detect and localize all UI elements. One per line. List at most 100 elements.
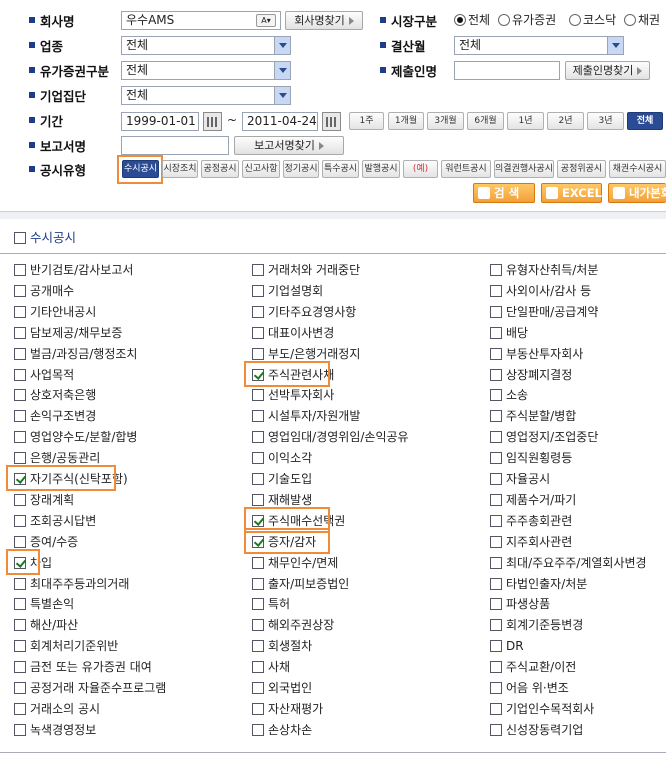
checkbox-label[interactable]: 어음 위·변조 (506, 681, 569, 695)
checkbox[interactable] (14, 368, 26, 381)
checkbox[interactable] (490, 305, 502, 318)
checkbox-label[interactable]: 타법인출자/처분 (506, 577, 587, 591)
disclosure-type-tab[interactable]: 특수공시 (322, 160, 359, 178)
checkbox[interactable] (14, 702, 26, 715)
checkbox-label[interactable]: 거래처와 거래중단 (268, 263, 360, 277)
market-radio-kosdaq[interactable]: 코스닥 (569, 12, 616, 28)
checkbox-label[interactable]: 최대/주요주주/계열회사변경 (506, 556, 647, 570)
checkbox-label[interactable]: 영업임대/경영위임/손익공유 (268, 430, 409, 444)
checkbox-label[interactable]: 거래소의 공시 (30, 702, 100, 716)
checkbox-label[interactable]: 공정거래 자율준수프로그램 (30, 681, 166, 695)
checkbox[interactable] (252, 305, 264, 318)
calendar-icon[interactable] (203, 112, 222, 131)
checkbox-label[interactable]: 부도/은행거래정지 (268, 347, 360, 361)
report-name-find-button[interactable]: 보고서명찾기 (234, 136, 344, 155)
checkbox[interactable] (14, 305, 26, 318)
checkbox-label[interactable]: 배당 (506, 326, 528, 340)
checkbox[interactable] (490, 431, 502, 444)
market-radio-all[interactable]: 전체 (454, 12, 490, 28)
checkbox-label[interactable]: 영업정지/조업중단 (506, 430, 598, 444)
checkbox[interactable] (252, 640, 264, 653)
period-quick-1m[interactable]: 1개월 (388, 112, 424, 130)
checkbox[interactable] (252, 619, 264, 632)
checkbox[interactable] (252, 284, 264, 297)
calendar-icon[interactable] (322, 112, 341, 131)
checkbox[interactable] (252, 577, 264, 590)
checkbox-label[interactable]: 기타주요경영사항 (268, 305, 356, 319)
checkbox[interactable] (490, 577, 502, 590)
checkbox-label[interactable]: 이익소각 (268, 451, 312, 465)
checkbox-label[interactable]: 증여/수증 (30, 535, 78, 549)
checkbox-label[interactable]: 사외이사/감사 등 (506, 284, 591, 298)
checkbox[interactable] (252, 723, 264, 736)
company-find-button[interactable]: 회사명찾기 (285, 11, 363, 30)
checkbox[interactable] (14, 493, 26, 506)
disclosure-type-tab[interactable]: (예) (403, 160, 438, 178)
checkbox[interactable] (490, 368, 502, 381)
my-reports-button[interactable]: 내가본회 (608, 183, 666, 203)
checkbox[interactable] (14, 619, 26, 632)
checkbox[interactable] (252, 326, 264, 339)
checkbox[interactable] (252, 598, 264, 611)
checkbox[interactable] (252, 682, 264, 694)
checkbox-label[interactable]: 특허 (268, 597, 290, 611)
period-quick-3m[interactable]: 3개월 (427, 112, 464, 130)
checkbox-label[interactable]: 반기검토/감사보고서 (30, 263, 133, 277)
checkbox-label[interactable]: 손상차손 (268, 723, 312, 737)
ime-toggle-icon[interactable]: A▾ (256, 14, 276, 27)
submitter-input[interactable] (454, 61, 560, 80)
checkbox-label[interactable]: 단일판매/공급계약 (506, 305, 598, 319)
disclosure-type-tab[interactable]: 발행공시 (362, 160, 400, 178)
checkbox-label[interactable]: 녹색경영정보 (30, 723, 96, 737)
checkbox[interactable] (490, 493, 502, 506)
checkbox[interactable] (14, 723, 26, 736)
checkbox[interactable] (14, 326, 26, 339)
checkbox[interactable] (14, 452, 26, 465)
checkbox-label[interactable]: 시설투자/자원개발 (268, 409, 360, 423)
checkbox[interactable] (490, 556, 502, 569)
checkbox-label[interactable]: 해산/파산 (30, 618, 78, 632)
checkbox[interactable] (490, 682, 502, 694)
settlement-select[interactable]: 전체 (454, 36, 624, 55)
disclosure-type-tab[interactable]: 채권수시공시 (609, 160, 666, 178)
checkbox-label[interactable]: 사업목적 (30, 368, 74, 382)
checkbox-label[interactable]: 해외주권상장 (268, 618, 334, 632)
checkbox[interactable] (14, 577, 26, 590)
checkbox[interactable] (252, 661, 264, 674)
checkbox[interactable] (14, 389, 26, 402)
disclosure-type-tab[interactable]: 공정공시 (201, 160, 239, 178)
checkbox-label[interactable]: 회계처리기준위반 (30, 639, 118, 653)
checkbox-label[interactable]: 신성장동력기업 (506, 723, 583, 737)
checkbox-label[interactable]: 상호저축은행 (30, 388, 96, 402)
disclosure-type-tab[interactable]: 워런트공시 (441, 160, 491, 178)
securities-type-select[interactable]: 전체 (121, 61, 291, 80)
checkbox[interactable] (14, 535, 26, 548)
checkbox[interactable] (252, 493, 264, 506)
checkbox-label[interactable]: 장래계획 (30, 493, 74, 507)
checkbox[interactable] (490, 473, 502, 485)
checkbox[interactable] (490, 535, 502, 548)
checkbox-label[interactable]: 최대주주등과의거래 (30, 577, 129, 591)
checkbox-label[interactable]: 영업양수도/분할/합병 (30, 430, 137, 444)
checkbox[interactable] (14, 347, 26, 360)
disclosure-type-tab[interactable]: 의결권행사공시 (494, 160, 554, 178)
checkbox-label[interactable]: 기타안내공시 (30, 305, 96, 319)
checkbox[interactable] (14, 284, 26, 297)
period-quick-2y[interactable]: 2년 (547, 112, 584, 130)
checkbox-label[interactable]: 기술도입 (268, 472, 312, 486)
period-end-input[interactable]: 2011-04-24 (242, 112, 318, 131)
checkbox[interactable] (490, 619, 502, 632)
checkbox[interactable] (14, 410, 26, 423)
checkbox[interactable] (490, 347, 502, 360)
checkbox-label[interactable]: 공개매수 (30, 284, 74, 298)
checkbox-label[interactable]: 파생상품 (506, 597, 550, 611)
checkbox-label[interactable]: 임직원횡령등 (506, 451, 572, 465)
search-button[interactable]: 검 색 (473, 183, 535, 203)
checkbox-label[interactable]: 제품수거/파기 (506, 493, 576, 507)
checkbox[interactable] (14, 661, 26, 674)
checkbox[interactable] (490, 410, 502, 423)
checkbox[interactable] (252, 347, 264, 360)
checkbox[interactable] (490, 598, 502, 611)
checkbox-label[interactable]: 조회공시답변 (30, 514, 96, 528)
checkbox-label[interactable]: 주주총회관련 (506, 514, 572, 528)
